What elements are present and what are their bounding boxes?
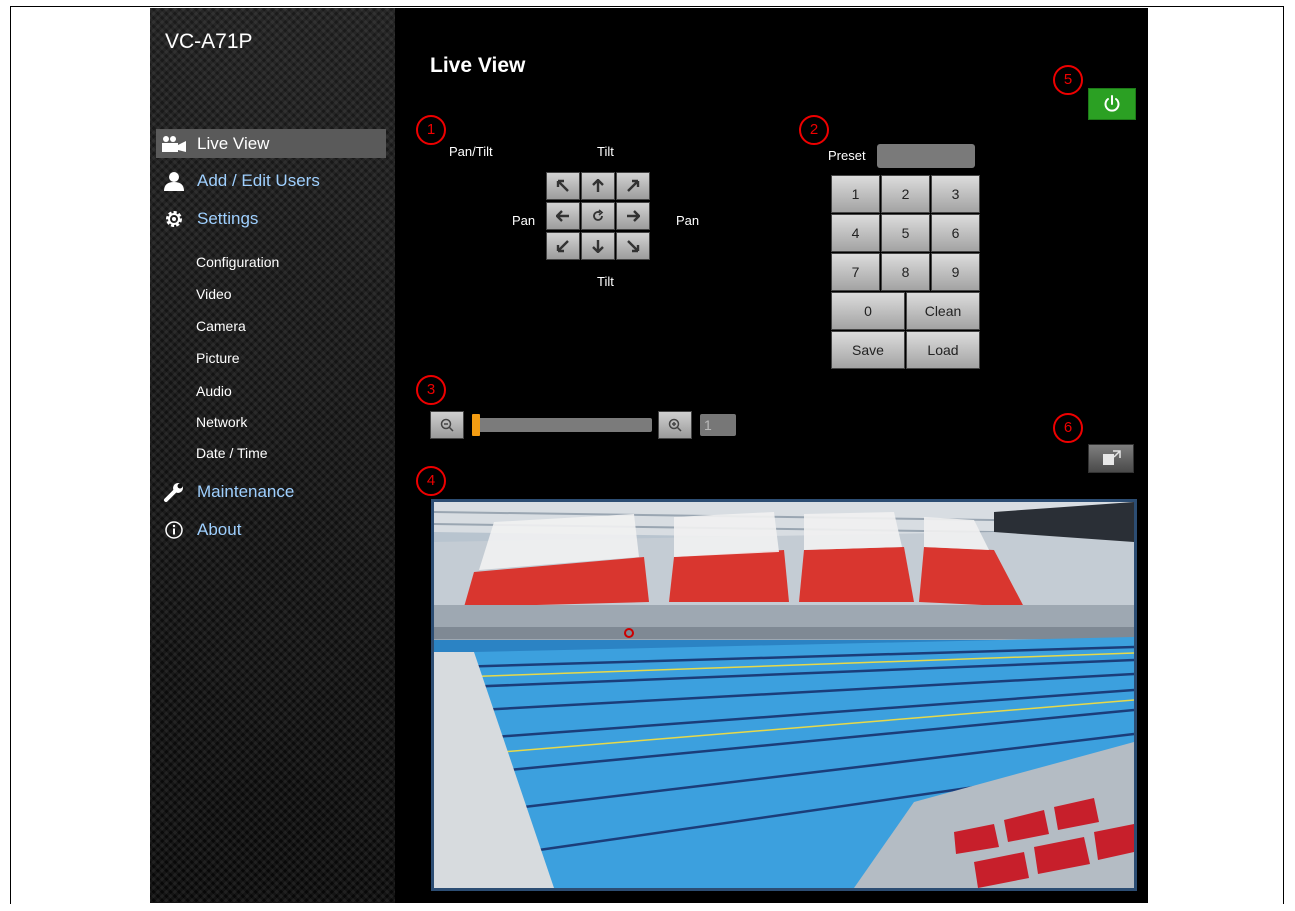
annotation-marker-3: 3 <box>416 375 446 405</box>
preset-key-9[interactable]: 9 <box>931 253 980 291</box>
live-video-feed[interactable] <box>431 499 1137 891</box>
arrow-up-left-icon <box>556 179 569 192</box>
pool-scene-image <box>434 502 1134 888</box>
ptz-up-right-button[interactable] <box>616 172 650 200</box>
ptz-left-button[interactable] <box>546 202 580 230</box>
ptz-up-button[interactable] <box>581 172 615 200</box>
arrow-down-icon <box>592 240 604 253</box>
tilt-label-top: Tilt <box>597 144 614 159</box>
sidebar-item-label: Live View <box>197 133 270 153</box>
sidebar-item-live-view[interactable]: Live View <box>156 129 386 158</box>
sidebar-subitem-picture[interactable]: Picture <box>196 350 240 366</box>
sidebar: VC-A71P Live View Add / Edit Users Setti… <box>150 8 395 903</box>
preset-key-6[interactable]: 6 <box>931 214 980 252</box>
zoom-in-button[interactable] <box>658 411 692 439</box>
sidebar-subitem-configuration[interactable]: Configuration <box>196 254 279 270</box>
gear-icon <box>159 208 189 230</box>
sidebar-subitem-network[interactable]: Network <box>196 414 247 430</box>
preset-key-0[interactable]: 0 <box>831 292 905 330</box>
preset-load-button[interactable]: Load <box>906 331 980 369</box>
sidebar-item-settings[interactable]: Settings <box>156 204 386 233</box>
zoom-out-icon <box>440 418 454 432</box>
preset-input[interactable] <box>877 144 975 168</box>
preset-key-5[interactable]: 5 <box>881 214 930 252</box>
camera-icon <box>159 133 189 155</box>
tilt-label-bottom: Tilt <box>597 274 614 289</box>
ptz-right-button[interactable] <box>616 202 650 230</box>
app-window: VC-A71P Live View Add / Edit Users Setti… <box>150 8 1148 903</box>
pan-label-left: Pan <box>512 213 536 228</box>
power-button[interactable] <box>1088 88 1136 120</box>
arrow-down-left-icon <box>556 240 569 253</box>
annotation-marker-1: 1 <box>416 115 446 145</box>
arrow-up-icon <box>592 179 604 192</box>
sidebar-subitem-audio[interactable]: Audio <box>196 383 232 399</box>
pan-label-right: Pan <box>676 213 700 228</box>
sidebar-subitem-camera[interactable]: Camera <box>196 318 246 334</box>
arrow-right-icon <box>627 210 640 222</box>
annotation-marker-5: 5 <box>1053 65 1083 95</box>
sidebar-item-add-edit-users[interactable]: Add / Edit Users <box>156 166 386 195</box>
ptz-home-button[interactable] <box>581 202 615 230</box>
device-name: VC-A71P <box>165 30 253 53</box>
power-icon <box>1104 95 1120 112</box>
preset-key-4[interactable]: 4 <box>831 214 880 252</box>
preset-key-8[interactable]: 8 <box>881 253 930 291</box>
zoom-in-icon <box>668 418 682 432</box>
sidebar-subitem-date-time[interactable]: Date / Time <box>196 445 268 461</box>
refresh-icon <box>593 209 604 221</box>
wrench-icon <box>159 481 189 503</box>
annotation-marker-6: 6 <box>1053 413 1083 443</box>
preset-key-1[interactable]: 1 <box>831 175 880 213</box>
preset-key-2[interactable]: 2 <box>881 175 930 213</box>
fullscreen-icon <box>1103 450 1121 465</box>
user-icon <box>159 170 189 192</box>
preset-key-7[interactable]: 7 <box>831 253 880 291</box>
fullscreen-button[interactable] <box>1088 444 1134 473</box>
zoom-slider-handle[interactable] <box>472 414 480 436</box>
zoom-slider-track[interactable] <box>472 418 652 432</box>
zoom-value: 1 <box>700 414 736 436</box>
arrow-down-right-icon <box>627 240 640 253</box>
annotation-marker-2: 2 <box>799 115 829 145</box>
ptz-down-left-button[interactable] <box>546 232 580 260</box>
ptz-down-button[interactable] <box>581 232 615 260</box>
zoom-out-button[interactable] <box>430 411 464 439</box>
info-icon <box>159 519 189 541</box>
sidebar-item-maintenance[interactable]: Maintenance <box>156 477 386 506</box>
sidebar-item-label: Add / Edit Users <box>197 170 320 190</box>
preset-save-button[interactable]: Save <box>831 331 905 369</box>
preset-key-3[interactable]: 3 <box>931 175 980 213</box>
ptz-down-right-button[interactable] <box>616 232 650 260</box>
page-title: Live View <box>430 54 526 77</box>
sidebar-item-label: Settings <box>197 208 259 228</box>
sidebar-item-about[interactable]: About <box>156 515 386 544</box>
sidebar-item-label: Maintenance <box>197 481 295 501</box>
ptz-up-left-button[interactable] <box>546 172 580 200</box>
sidebar-item-label: About <box>197 519 242 539</box>
arrow-left-icon <box>556 210 569 222</box>
arrow-up-right-icon <box>627 179 640 192</box>
sidebar-subitem-video[interactable]: Video <box>196 286 232 302</box>
preset-clean-button[interactable]: Clean <box>906 292 980 330</box>
pan-tilt-label: Pan/Tilt <box>449 144 493 159</box>
preset-label: Preset <box>828 148 866 163</box>
annotation-marker-4: 4 <box>416 466 446 496</box>
